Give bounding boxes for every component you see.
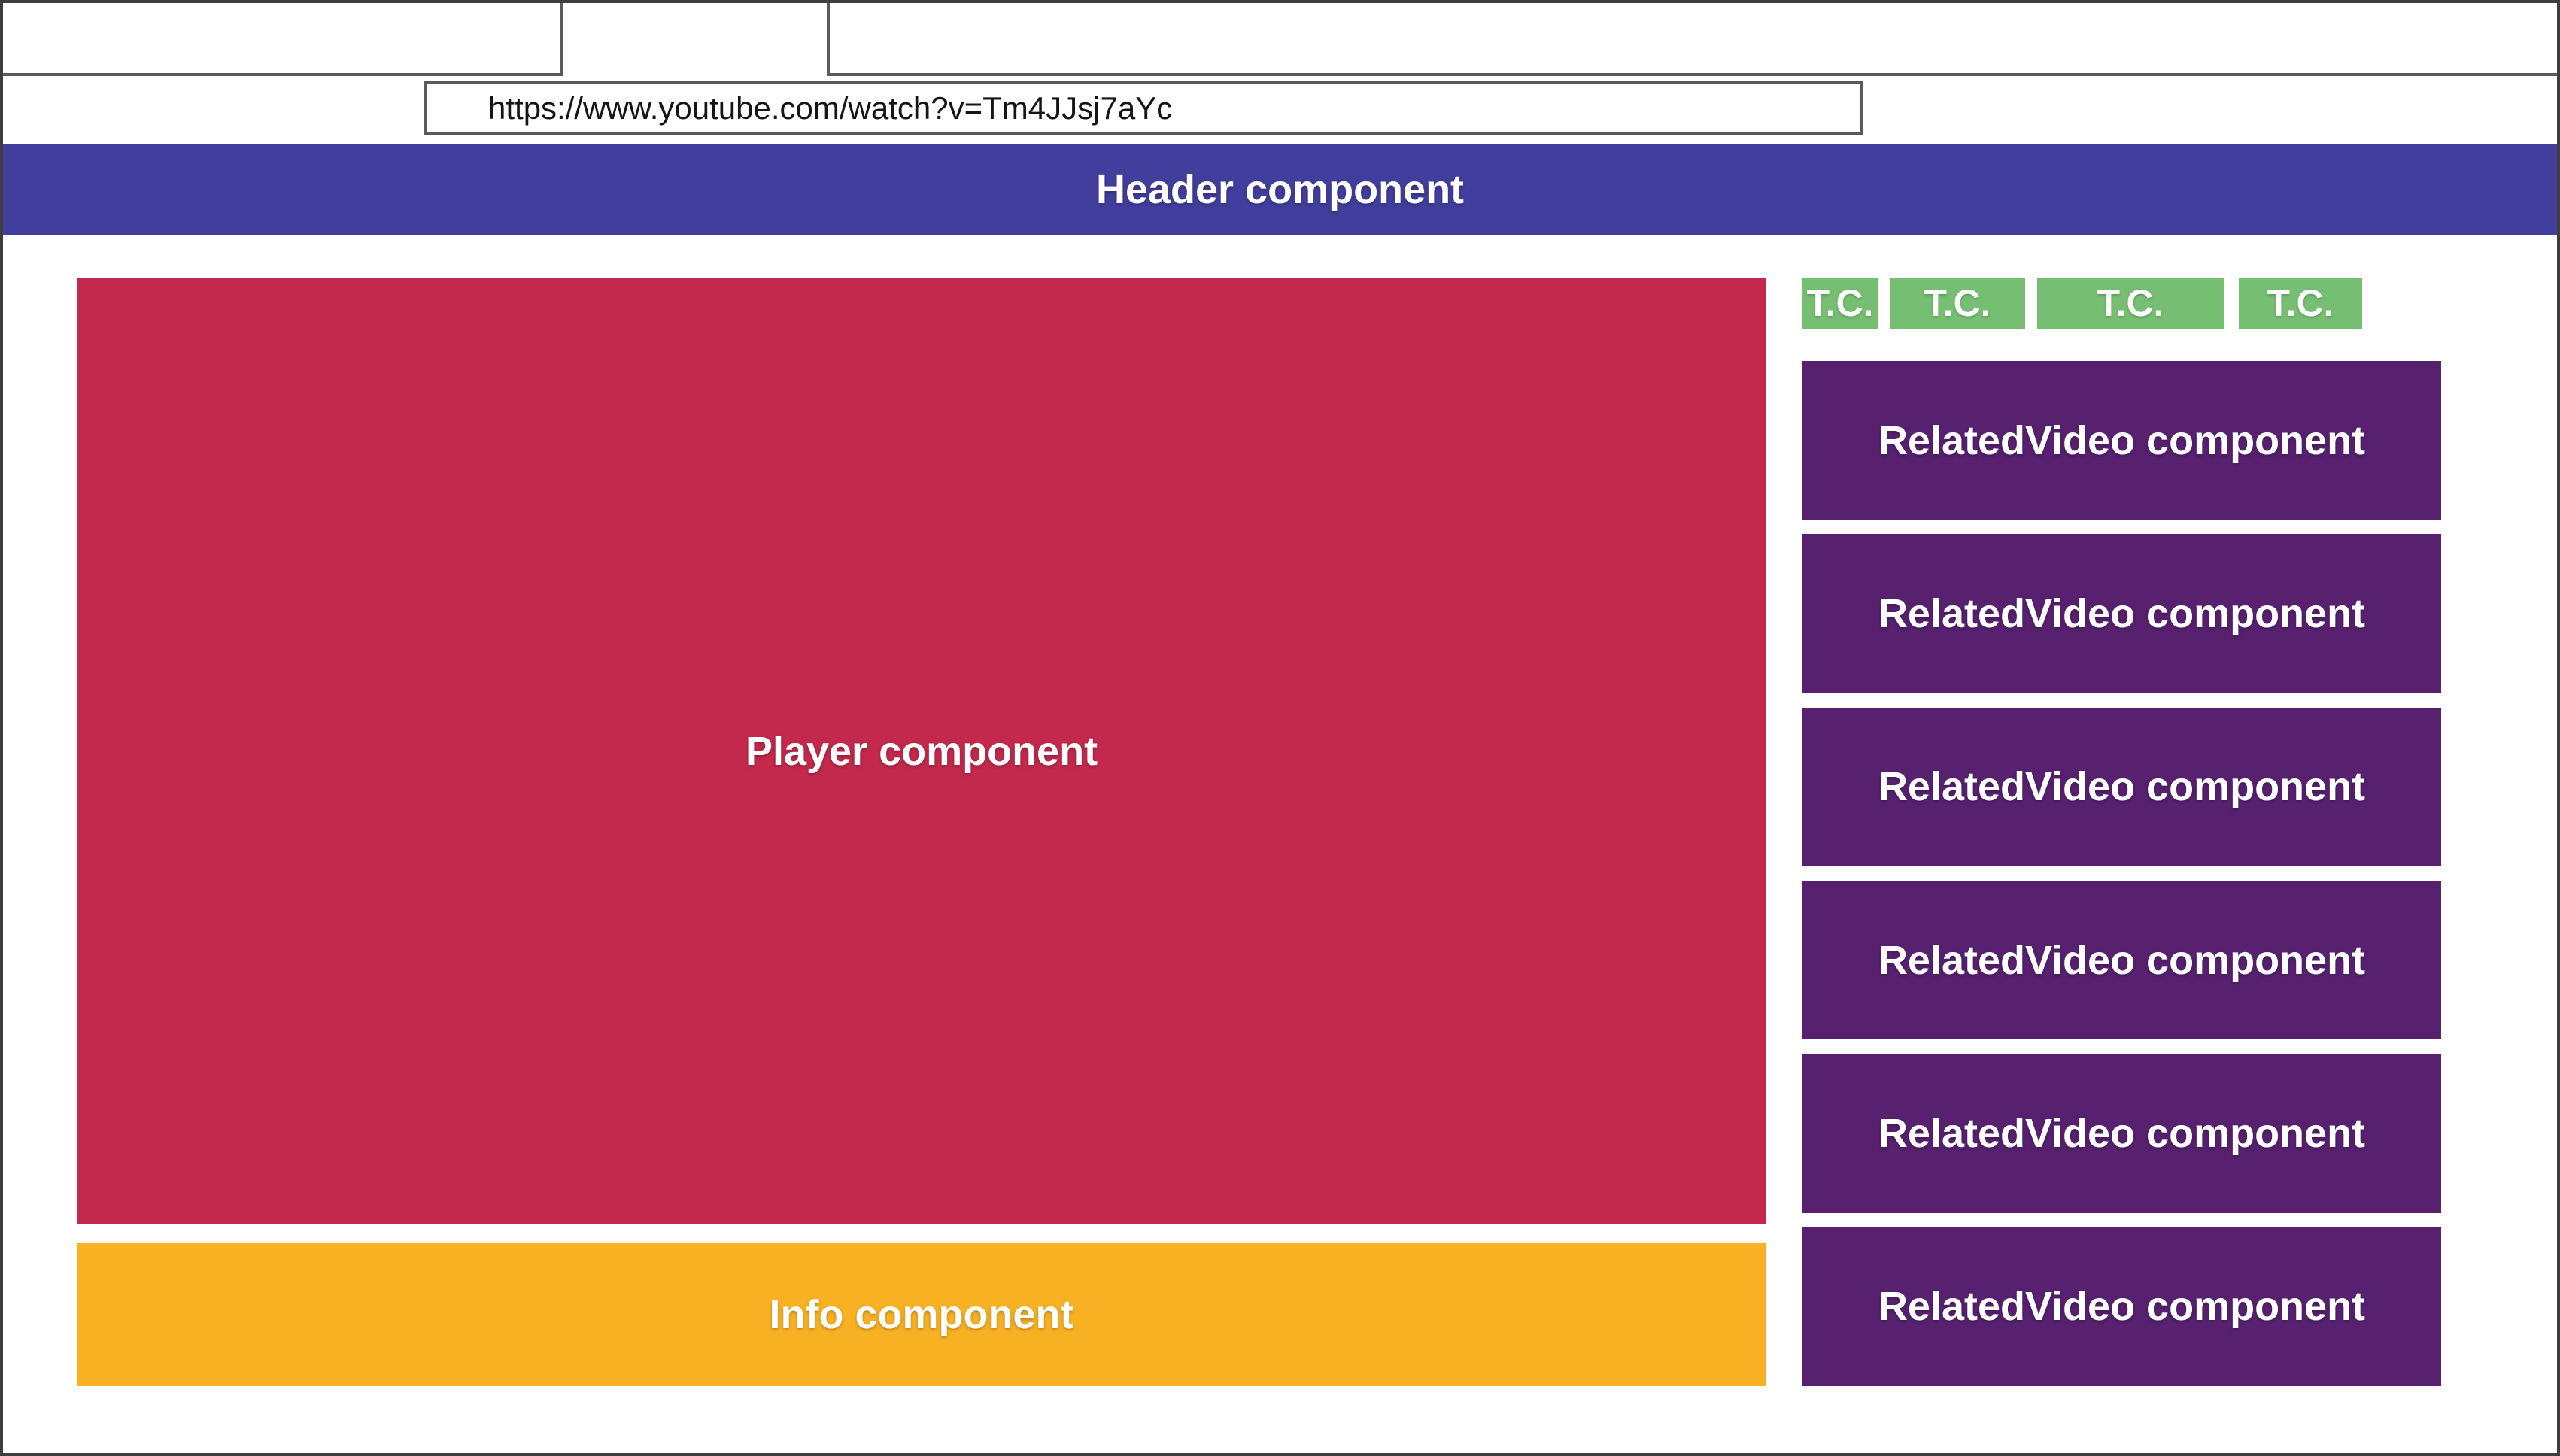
thumbnail-chip-label: T.C. [2097, 281, 2164, 325]
player-component: Player component [77, 278, 1766, 1224]
related-video-label: RelatedVideo component [1878, 937, 2365, 984]
related-video-card[interactable]: RelatedVideo component [1802, 1227, 2441, 1386]
related-video-card[interactable]: RelatedVideo component [1802, 534, 2441, 693]
page-canvas: https://www.youtube.com/watch?v=Tm4JJsj7… [0, 0, 2560, 1456]
browser-tab-left[interactable] [0, 0, 563, 76]
header-component: Header component [0, 144, 2560, 235]
related-video-label: RelatedVideo component [1878, 1283, 2365, 1330]
url-input[interactable]: https://www.youtube.com/watch?v=Tm4JJsj7… [424, 81, 1863, 135]
player-label: Player component [746, 728, 1098, 775]
thumbnail-chip-4[interactable]: T.C. [2239, 278, 2362, 329]
browser-tab-strip[interactable] [830, 0, 2560, 76]
related-video-label: RelatedVideo component [1878, 590, 2365, 637]
related-video-card[interactable]: RelatedVideo component [1802, 361, 2441, 520]
info-component: Info component [77, 1243, 1766, 1386]
thumbnail-chip-3[interactable]: T.C. [2037, 278, 2224, 329]
related-video-label: RelatedVideo component [1878, 1110, 2365, 1157]
thumbnail-chip-label: T.C. [1924, 281, 1991, 325]
header-label: Header component [1096, 166, 1464, 213]
related-video-card[interactable]: RelatedVideo component [1802, 1054, 2441, 1213]
browser-tab-active[interactable] [563, 0, 830, 76]
related-video-label: RelatedVideo component [1878, 763, 2365, 810]
url-text: https://www.youtube.com/watch?v=Tm4JJsj7… [488, 90, 1172, 126]
thumbnail-chip-label: T.C. [1807, 281, 1874, 325]
info-label: Info component [770, 1291, 1074, 1338]
thumbnail-chip-1[interactable]: T.C. [1802, 278, 1878, 329]
related-video-card[interactable]: RelatedVideo component [1802, 881, 2441, 1039]
thumbnail-chip-label: T.C. [2267, 281, 2334, 325]
related-videos-column: RelatedVideo component RelatedVideo comp… [1802, 361, 2441, 1386]
related-video-label: RelatedVideo component [1878, 417, 2365, 464]
related-video-card[interactable]: RelatedVideo component [1802, 708, 2441, 866]
thumbnail-chip-2[interactable]: T.C. [1890, 278, 2025, 329]
